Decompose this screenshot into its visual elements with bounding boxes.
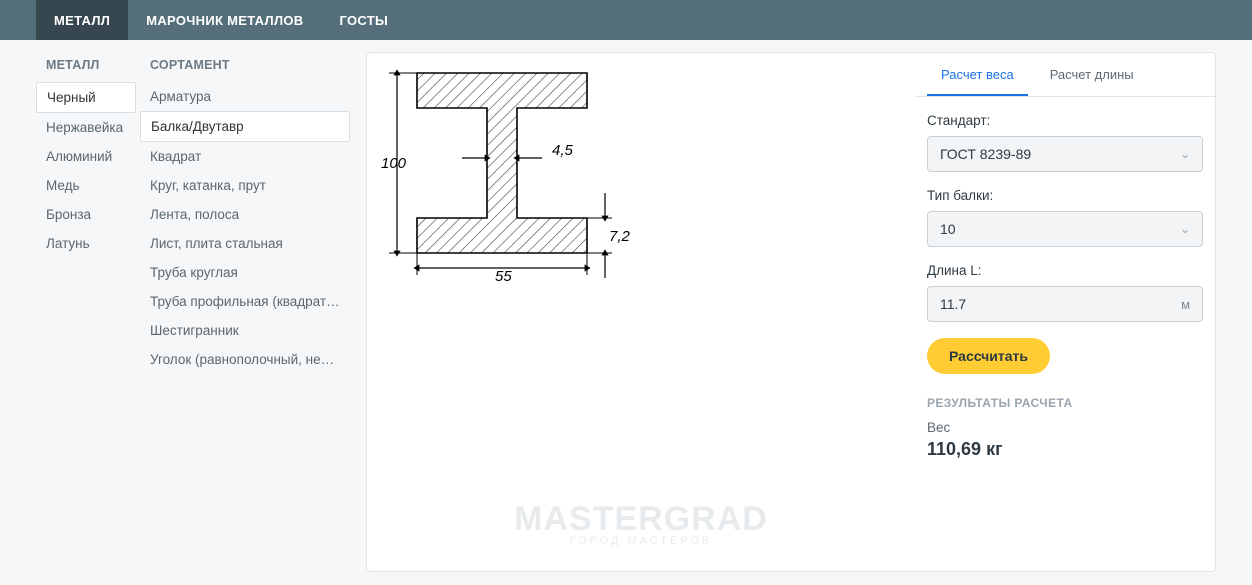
beam-type-label: Тип балки:	[927, 188, 1203, 203]
length-value: 11.7	[940, 296, 966, 312]
calculate-button[interactable]: Рассчитать	[927, 338, 1050, 374]
metal-item-brass[interactable]: Латунь	[36, 229, 136, 258]
tab-length[interactable]: Расчет длины	[1036, 53, 1148, 96]
nav-gosts[interactable]: ГОСТЫ	[321, 0, 406, 40]
sort-item-hex[interactable]: Шестигранник	[140, 316, 350, 345]
dim-web: 4,5	[552, 142, 574, 159]
length-unit: м	[1181, 297, 1190, 312]
form-body: Стандарт: ГОСТ 8239-89 ⌄ Тип балки: 10 ⌄…	[915, 97, 1215, 460]
watermark-title: MASTERGRAD	[514, 500, 768, 539]
sort-item-rebar[interactable]: Арматура	[140, 82, 350, 111]
weight-value: 110,69 кг	[927, 439, 1203, 460]
metal-item-black[interactable]: Черный	[36, 82, 136, 113]
results-header: РЕЗУЛЬТАТЫ РАСЧЕТА	[927, 396, 1203, 410]
watermark-subtitle: ГОРОД МАСТЕРОВ	[514, 535, 768, 547]
nav-grades[interactable]: МАРОЧНИК МЕТАЛЛОВ	[128, 0, 321, 40]
metal-item-bronze[interactable]: Бронза	[36, 200, 136, 229]
main-area: МЕТАЛЛ Черный Нержавейка Алюминий Медь Б…	[0, 40, 1252, 572]
weight-label: Вес	[927, 420, 1203, 435]
dim-height: 100	[381, 155, 407, 172]
standard-label: Стандарт:	[927, 113, 1203, 128]
tab-weight[interactable]: Расчет веса	[927, 53, 1028, 96]
sort-item-tube-profile[interactable]: Труба профильная (квадратная /…	[140, 287, 350, 316]
sort-item-angle[interactable]: Уголок (равнополочный, неравн…	[140, 345, 350, 374]
content-panel: 100 55 4,5 7,2 MASTERGRAD ГОРОД МАСТЕ	[366, 52, 1216, 572]
metal-item-aluminum[interactable]: Алюминий	[36, 142, 136, 171]
metal-item-stainless[interactable]: Нержавейка	[36, 113, 136, 142]
beam-type-select[interactable]: 10 ⌄	[927, 211, 1203, 247]
top-nav: МЕТАЛЛ МАРОЧНИК МЕТАЛЛОВ ГОСТЫ	[0, 0, 1252, 40]
sort-header: СОРТАМЕНТ	[140, 52, 350, 82]
sort-item-square[interactable]: Квадрат	[140, 142, 350, 171]
dim-width: 55	[495, 268, 512, 283]
sort-item-ibeam[interactable]: Балка/Двутавр	[140, 111, 350, 142]
nav-metal[interactable]: МЕТАЛЛ	[36, 0, 128, 40]
sort-column: СОРТАМЕНТ Арматура Балка/Двутавр Квадрат…	[140, 52, 350, 572]
beam-type-value: 10	[940, 221, 956, 237]
form-side: Расчет веса Расчет длины Стандарт: ГОСТ …	[915, 53, 1215, 571]
chevron-down-icon: ⌄	[1180, 222, 1190, 236]
dim-flange: 7,2	[609, 228, 631, 245]
length-input[interactable]: 11.7 м	[927, 286, 1203, 322]
watermark: MASTERGRAD ГОРОД МАСТЕРОВ	[514, 500, 768, 547]
chevron-down-icon: ⌄	[1180, 147, 1190, 161]
calc-tabs: Расчет веса Расчет длины	[915, 53, 1215, 97]
metal-column: МЕТАЛЛ Черный Нержавейка Алюминий Медь Б…	[36, 52, 136, 572]
sort-item-sheet[interactable]: Лист, плита стальная	[140, 229, 350, 258]
diagram-area: 100 55 4,5 7,2 MASTERGRAD ГОРОД МАСТЕ	[367, 53, 915, 571]
metal-header: МЕТАЛЛ	[36, 52, 136, 82]
standard-select[interactable]: ГОСТ 8239-89 ⌄	[927, 136, 1203, 172]
length-label: Длина L:	[927, 263, 1203, 278]
ibeam-diagram: 100 55 4,5 7,2	[377, 63, 637, 283]
sort-item-round[interactable]: Круг, катанка, прут	[140, 171, 350, 200]
metal-item-copper[interactable]: Медь	[36, 171, 136, 200]
standard-value: ГОСТ 8239-89	[940, 146, 1031, 162]
sort-item-strip[interactable]: Лента, полоса	[140, 200, 350, 229]
sort-item-tube-round[interactable]: Труба круглая	[140, 258, 350, 287]
